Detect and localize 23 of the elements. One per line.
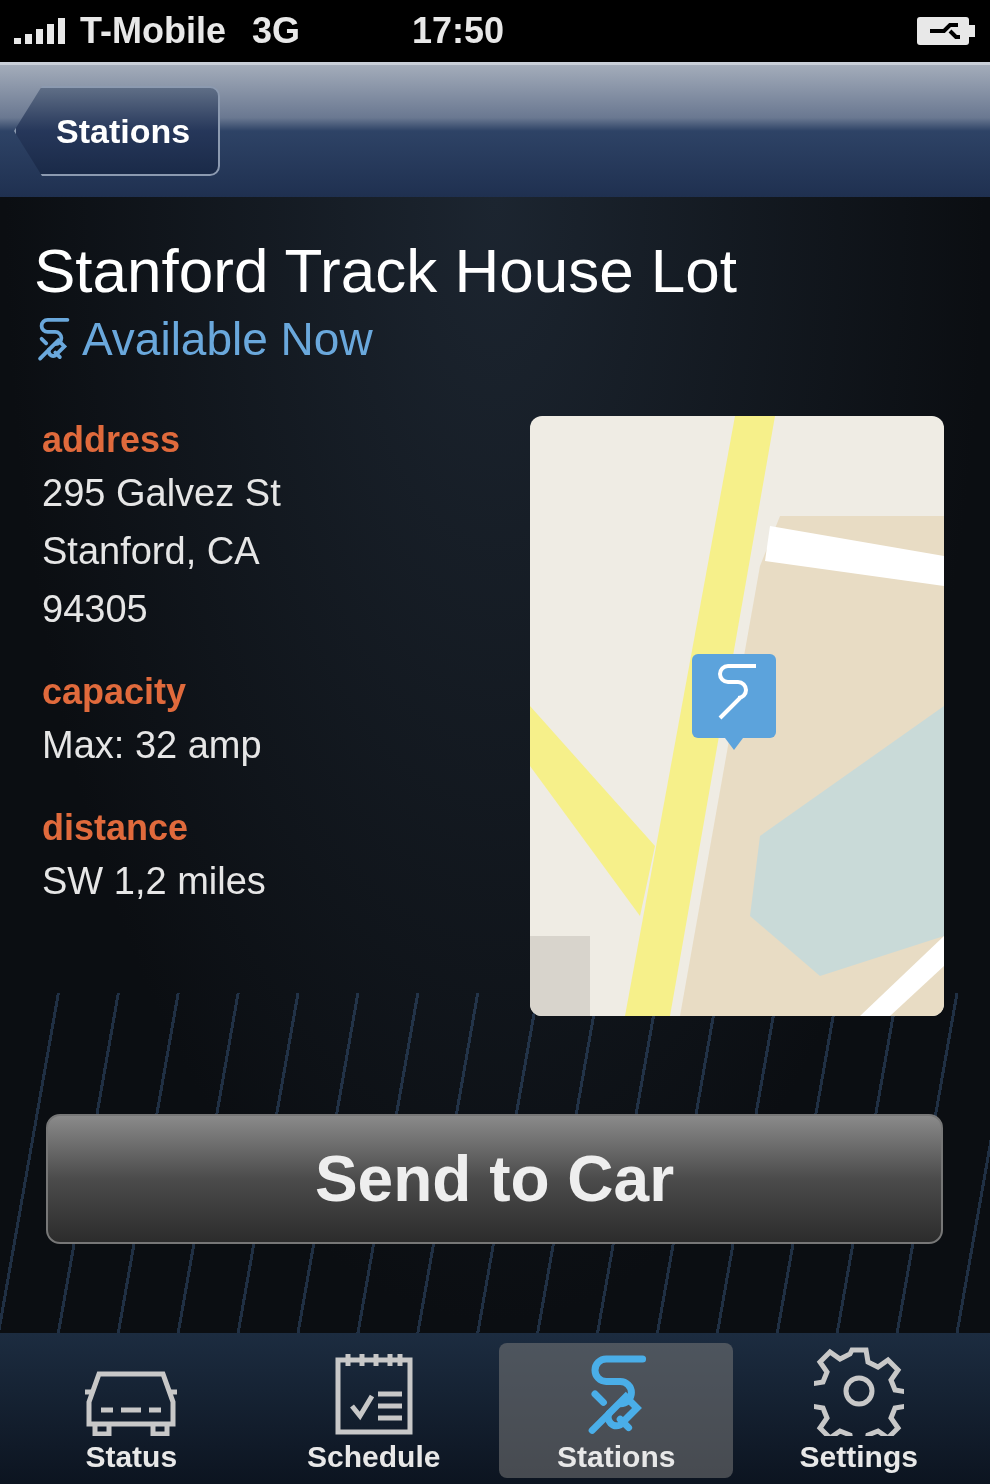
signal-icon <box>14 18 68 44</box>
tab-item[interactable]: Stations <box>499 1343 734 1478</box>
schedule-icon <box>333 1352 414 1436</box>
send-to-car-button[interactable]: Send to Car <box>46 1114 943 1244</box>
detail-label: address <box>42 418 182 462</box>
detail-value: Stanford, CA <box>42 529 261 574</box>
station-name: Stanford Track House Lot <box>34 235 739 306</box>
detail-value: 295 Galvez St <box>42 471 281 516</box>
clock-time: 17:50 <box>412 10 505 51</box>
carrier-name: T-Mobile <box>80 10 226 52</box>
availability-status: Available Now <box>82 312 373 366</box>
settings-icon <box>813 1346 904 1436</box>
network-type: 3G <box>252 10 301 52</box>
tab-item[interactable]: Status <box>14 1343 249 1478</box>
tab-item[interactable]: Schedule <box>256 1343 491 1478</box>
back-button[interactable]: Stations <box>14 86 221 176</box>
tab-item[interactable]: Settings <box>741 1343 976 1478</box>
detail-value: Max: 32 amp <box>42 723 263 768</box>
detail-value: 94305 <box>42 587 149 632</box>
detail-value: SW 1,2 miles <box>42 859 267 904</box>
battery-icon <box>916 16 976 46</box>
detail-label: capacity <box>42 670 188 714</box>
detail-label: distance <box>42 806 190 850</box>
